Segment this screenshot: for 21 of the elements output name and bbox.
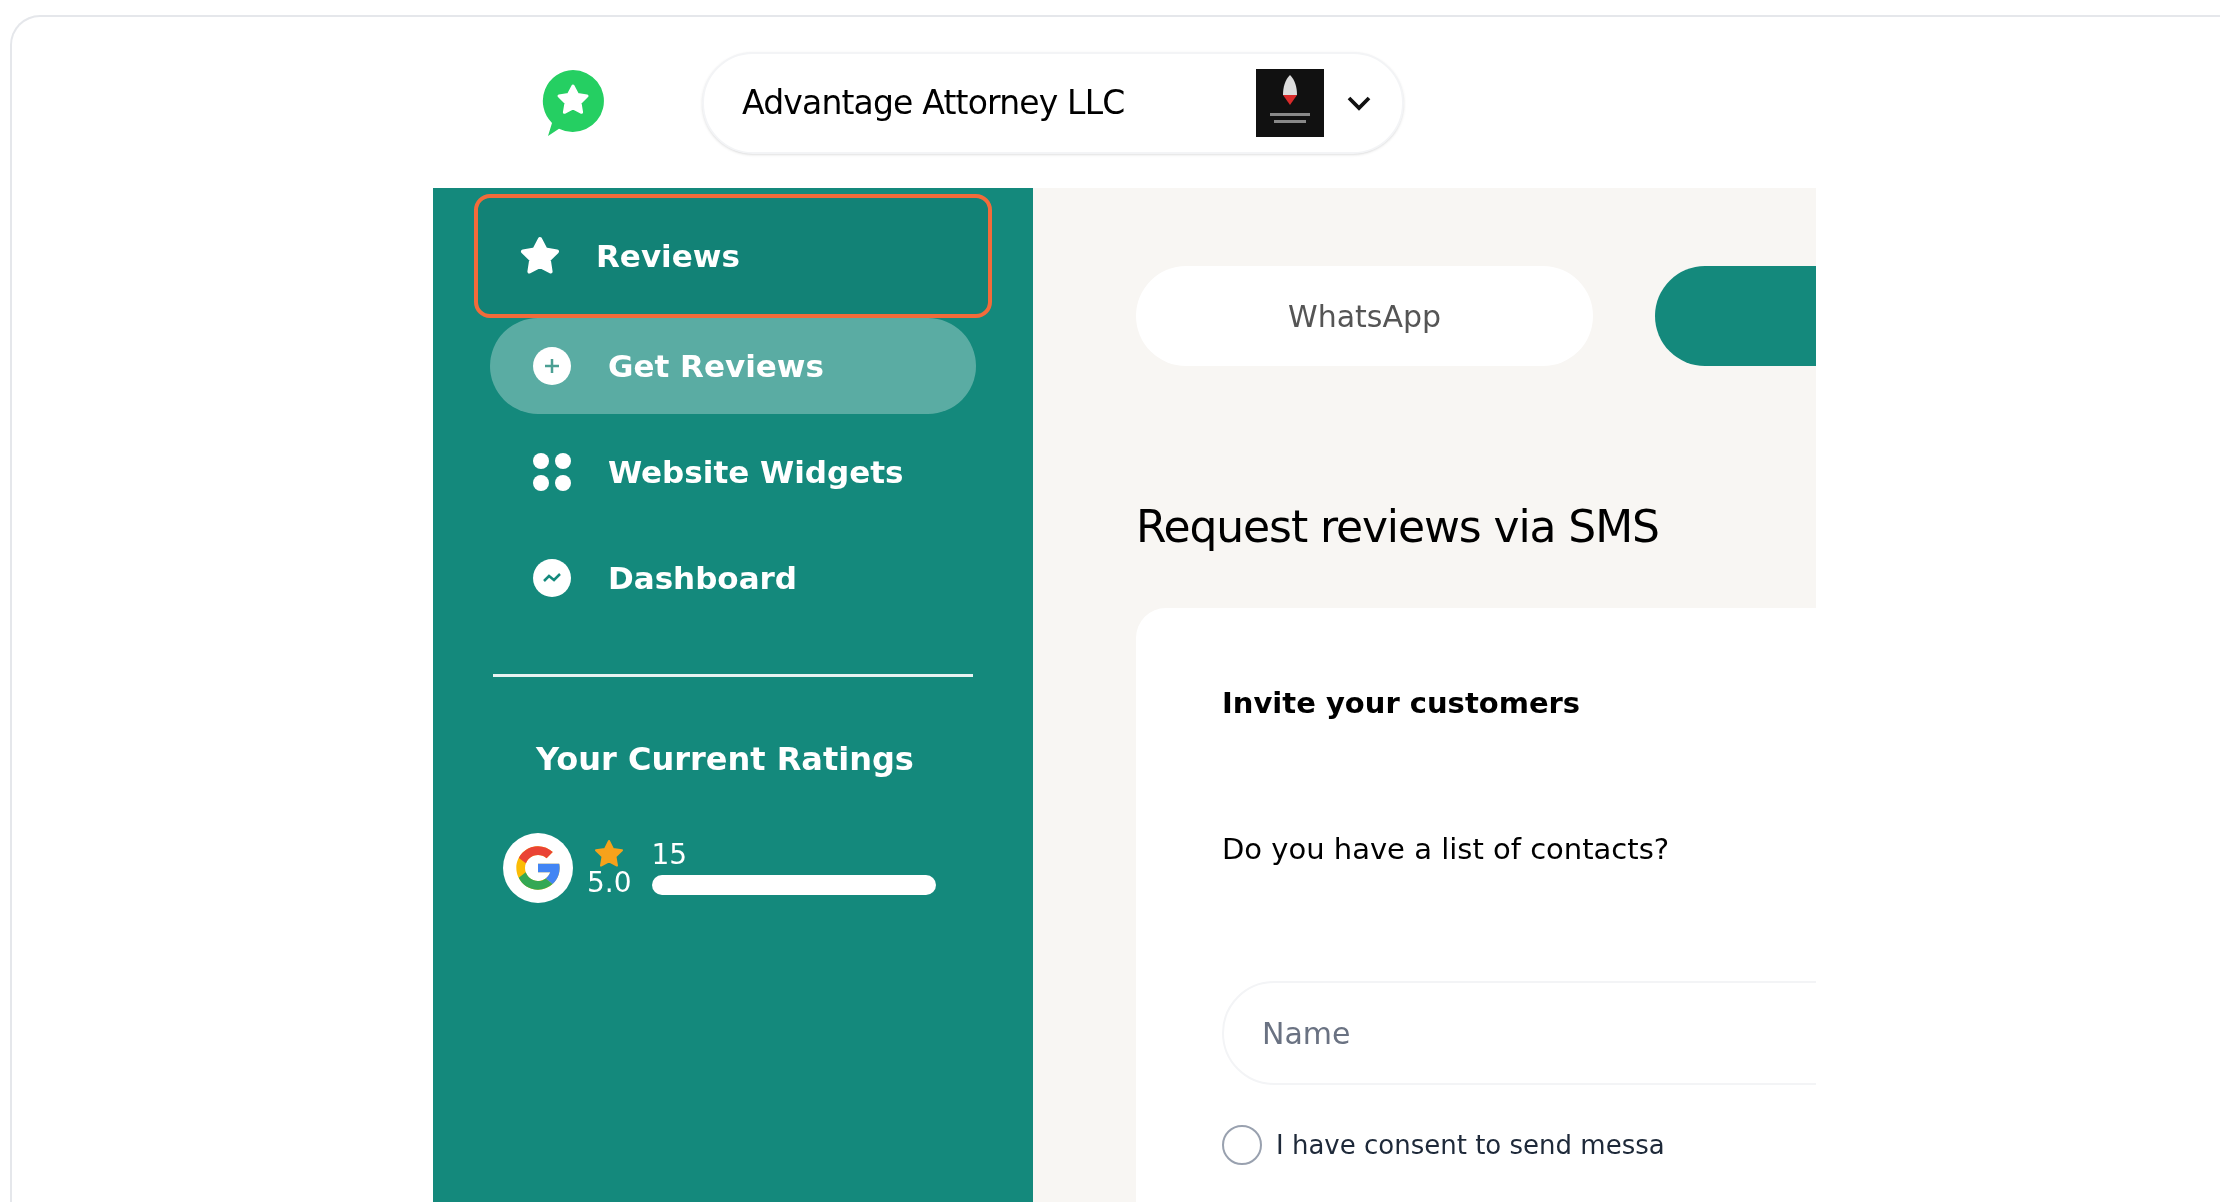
sidebar-item[interactable]: Get Reviews xyxy=(490,318,976,414)
page-heading: Request reviews via SMS xyxy=(1136,500,1660,554)
question-text: Do you have a list of contacts? xyxy=(1222,830,1671,868)
grid-icon xyxy=(532,452,572,492)
sidebar-item[interactable]: Dashboard xyxy=(490,530,976,626)
review-count: 15 xyxy=(651,841,689,869)
plus-icon xyxy=(532,346,572,386)
logo-icon[interactable] xyxy=(540,67,606,138)
card-title: Invite your customers xyxy=(1222,685,1582,722)
sidebar-item[interactable]: Website Widgets xyxy=(490,424,976,520)
account-selector[interactable]: Advantage Attorney LLC xyxy=(702,51,1404,154)
chart-icon xyxy=(532,558,572,598)
ratings-title: Your Current Ratings xyxy=(536,739,915,780)
consent-radio[interactable] xyxy=(1222,1125,1262,1165)
channel-tab[interactable]: WhatsApp xyxy=(1136,266,1593,366)
business-name: Advantage Attorney LLC xyxy=(742,81,1125,124)
name-input-field[interactable]: Name xyxy=(1222,981,1816,1085)
star-icon xyxy=(594,839,625,869)
consent-label: I have consent to send messa xyxy=(1276,1128,1665,1162)
rating-score: 5.0 xyxy=(587,869,632,897)
star-icon xyxy=(520,236,560,276)
